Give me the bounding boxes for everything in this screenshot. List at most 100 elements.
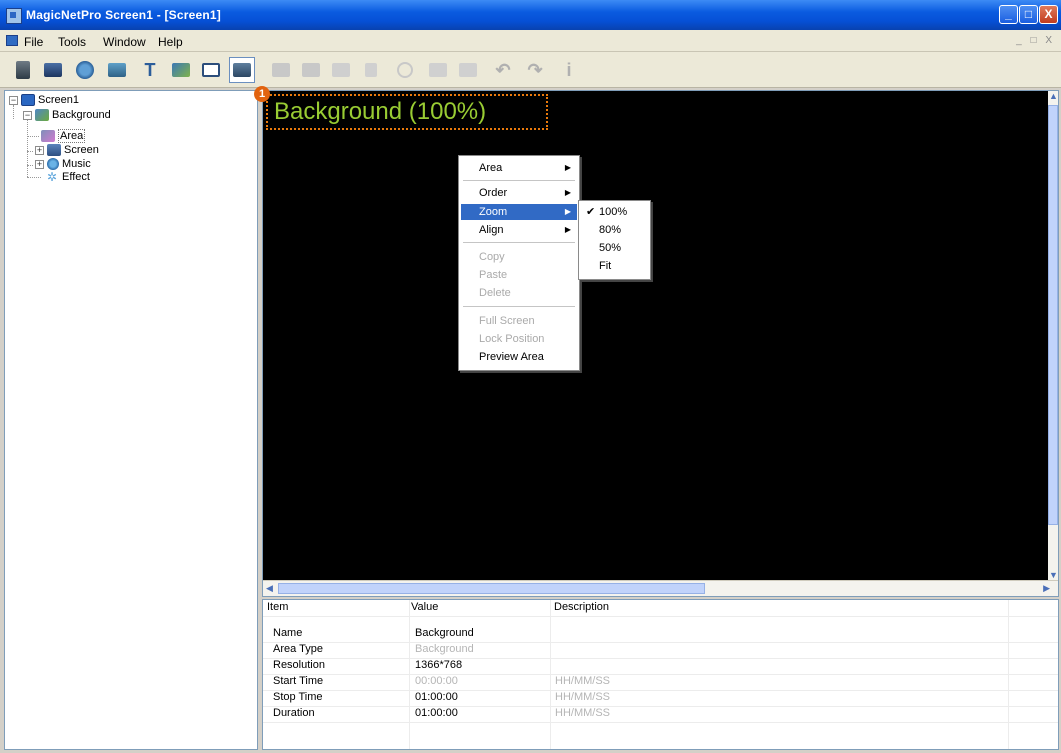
- scroll-down-icon[interactable]: ▼: [1049, 570, 1058, 580]
- horizontal-scroll-thumb[interactable]: [278, 583, 705, 594]
- submenu-arrow-icon: ▶: [564, 188, 571, 197]
- monitor-icon[interactable]: [40, 57, 66, 83]
- scroll-left-icon[interactable]: ◀: [266, 583, 273, 594]
- background-tool-icon[interactable]: [229, 57, 255, 83]
- tree-label: Screen1: [38, 94, 79, 106]
- row-item: Start Time: [273, 675, 324, 687]
- zoom-option-fit[interactable]: Fit: [581, 258, 648, 274]
- table-row[interactable]: Resolution 1366*768: [263, 658, 1058, 675]
- menu-help[interactable]: Help: [158, 35, 183, 49]
- redo-icon[interactable]: ↷: [522, 57, 548, 83]
- row-description: HH/MM/SS: [555, 675, 610, 687]
- bring-forward-icon[interactable]: [425, 57, 451, 83]
- zoom-option-80[interactable]: 80%: [581, 222, 648, 238]
- tree-node-screen[interactable]: + Screen: [35, 144, 99, 156]
- new-screen-icon[interactable]: [10, 57, 36, 83]
- title-bar[interactable]: MagicNetPro Screen1 - [Screen1] _ □ X: [0, 0, 1061, 30]
- menu-item-order[interactable]: Order ▶: [461, 185, 577, 201]
- header-item: Item: [267, 601, 289, 613]
- zoom-option-50[interactable]: 50%: [581, 240, 648, 256]
- row-value[interactable]: 00:00:00: [415, 675, 458, 687]
- menu-item-preview-area[interactable]: Preview Area: [461, 349, 577, 365]
- row-value[interactable]: Background: [415, 627, 474, 639]
- expand-toggle[interactable]: +: [35, 159, 44, 169]
- refresh-icon[interactable]: [392, 57, 418, 83]
- submenu-arrow-icon: ▶: [564, 163, 571, 172]
- menu-item-delete[interactable]: Delete: [461, 285, 577, 301]
- tree-node-effect[interactable]: ✲ Effect: [45, 171, 90, 183]
- add-area-icon[interactable]: [268, 57, 294, 83]
- row-value[interactable]: 01:00:00: [415, 691, 458, 703]
- minimize-button[interactable]: _: [999, 5, 1018, 24]
- collapse-toggle[interactable]: −: [9, 95, 18, 105]
- menu-item-label: Order: [479, 187, 508, 199]
- menu-item-full-screen[interactable]: Full Screen: [461, 313, 577, 329]
- info-icon[interactable]: i: [556, 57, 582, 83]
- menu-separator: [463, 242, 575, 243]
- settings-icon[interactable]: [104, 57, 130, 83]
- menu-bar: File Tools Window Help _ □ X: [0, 30, 1061, 52]
- row-item: Stop Time: [273, 691, 323, 703]
- menu-item-copy[interactable]: Copy: [461, 249, 577, 265]
- maximize-button[interactable]: □: [1019, 5, 1038, 24]
- expand-toggle[interactable]: +: [35, 145, 44, 155]
- menu-item-zoom[interactable]: Zoom ▶: [461, 204, 577, 220]
- menu-item-align[interactable]: Align ▶: [461, 222, 577, 238]
- table-row[interactable]: Name Background: [263, 626, 1058, 643]
- window-icon[interactable]: [198, 57, 224, 83]
- properties-grid: Item Value Description Name Background A…: [262, 599, 1059, 750]
- window-title: MagicNetPro Screen1 - [Screen1]: [26, 8, 221, 22]
- menu-file[interactable]: File: [24, 35, 43, 49]
- toolbar: T ↶ ↷ i: [0, 52, 1061, 88]
- link-icon[interactable]: [328, 57, 354, 83]
- table-row[interactable]: Start Time 00:00:00 HH/MM/SS: [263, 674, 1058, 691]
- monitor-icon: [47, 144, 61, 156]
- screen-tree[interactable]: − Screen1 − Background Area + Screen + M…: [4, 90, 258, 750]
- vertical-scrollbar[interactable]: ▲ ▼: [1048, 91, 1058, 580]
- zoom-option-100[interactable]: ✔ 100%: [581, 204, 648, 220]
- menu-window[interactable]: Window: [103, 35, 146, 49]
- document-icon[interactable]: [6, 35, 18, 46]
- delete-icon[interactable]: [358, 57, 384, 83]
- checkmark-icon: ✔: [586, 206, 596, 218]
- tree-node-area[interactable]: Area: [41, 129, 86, 143]
- menu-item-lock-position[interactable]: Lock Position: [461, 331, 577, 347]
- menu-tools[interactable]: Tools: [58, 35, 86, 49]
- horizontal-scrollbar[interactable]: ◀ ▶: [263, 580, 1058, 596]
- table-row[interactable]: Stop Time 01:00:00 HH/MM/SS: [263, 690, 1058, 707]
- zoom-option-label: 100%: [599, 206, 628, 218]
- remove-area-icon[interactable]: [298, 57, 324, 83]
- undo-icon[interactable]: ↶: [490, 57, 516, 83]
- image-icon[interactable]: [168, 57, 194, 83]
- header-value: Value: [411, 601, 439, 613]
- canvas-area[interactable]: [262, 90, 1059, 597]
- tree-node-music[interactable]: + Music: [35, 158, 91, 170]
- mdi-window-buttons[interactable]: _ □ X: [1016, 35, 1055, 46]
- scroll-up-icon[interactable]: ▲: [1049, 91, 1058, 101]
- tree-node-screen1[interactable]: − Screen1: [9, 94, 79, 106]
- row-description: HH/MM/SS: [555, 691, 610, 703]
- tree-label: Area: [58, 129, 86, 143]
- text-tool-icon[interactable]: T: [137, 57, 163, 83]
- table-row[interactable]: Duration 01:00:00 HH/MM/SS: [263, 706, 1058, 723]
- collapse-toggle[interactable]: −: [23, 110, 32, 120]
- tree-label: Music: [62, 158, 91, 170]
- clock-icon[interactable]: [72, 57, 98, 83]
- app-icon[interactable]: [6, 8, 22, 24]
- send-backward-icon[interactable]: [455, 57, 481, 83]
- row-value[interactable]: 01:00:00: [415, 707, 458, 719]
- submenu-arrow-icon: ▶: [564, 207, 571, 216]
- row-description: HH/MM/SS: [555, 707, 610, 719]
- submenu-arrow-icon: ▶: [564, 225, 571, 234]
- menu-item-area[interactable]: Area ▶: [461, 160, 577, 176]
- close-button[interactable]: X: [1039, 5, 1058, 24]
- tree-node-background[interactable]: − Background: [23, 109, 111, 121]
- zoom-submenu: ✔ 100% 80% 50% Fit: [578, 200, 651, 280]
- table-row[interactable]: Area Type Background: [263, 642, 1058, 659]
- vertical-scroll-thumb[interactable]: [1048, 105, 1058, 525]
- row-value[interactable]: 1366*768: [415, 659, 462, 671]
- scroll-right-icon[interactable]: ▶: [1043, 583, 1050, 594]
- callout-badge: 1: [254, 86, 270, 102]
- menu-item-paste[interactable]: Paste: [461, 267, 577, 283]
- menu-separator: [463, 306, 575, 307]
